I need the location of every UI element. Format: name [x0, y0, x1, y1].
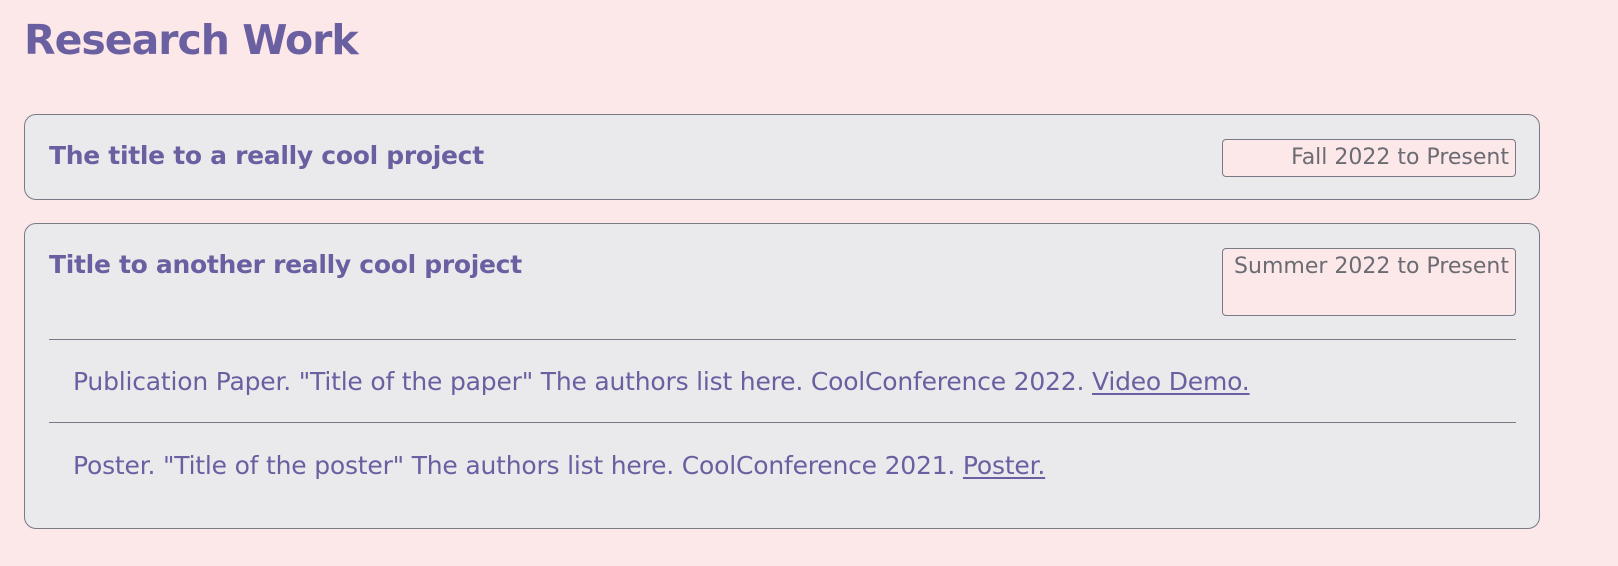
poster-link[interactable]: Poster.	[963, 451, 1045, 480]
publication-item: Publication Paper. "Title of the paper" …	[73, 367, 1250, 396]
project-date-badge: Fall 2022 to Present	[1222, 139, 1516, 177]
page-title: Research Work	[24, 16, 359, 64]
publication-text: Poster. "Title of the poster" The author…	[73, 451, 963, 480]
divider	[49, 422, 1516, 423]
project-card: Title to another really cool project Sum…	[24, 223, 1540, 529]
project-card: The title to a really cool project Fall …	[24, 114, 1540, 200]
project-date-badge: Summer 2022 to Present	[1222, 248, 1516, 316]
research-work-section: Research Work The title to a really cool…	[24, 0, 1540, 529]
publication-item: Poster. "Title of the poster" The author…	[73, 451, 1045, 480]
publication-text: Publication Paper. "Title of the paper" …	[73, 367, 1092, 396]
project-title: The title to a really cool project	[49, 141, 484, 170]
video-demo-link[interactable]: Video Demo.	[1092, 367, 1250, 396]
divider	[49, 339, 1516, 340]
project-title: Title to another really cool project	[49, 250, 522, 279]
